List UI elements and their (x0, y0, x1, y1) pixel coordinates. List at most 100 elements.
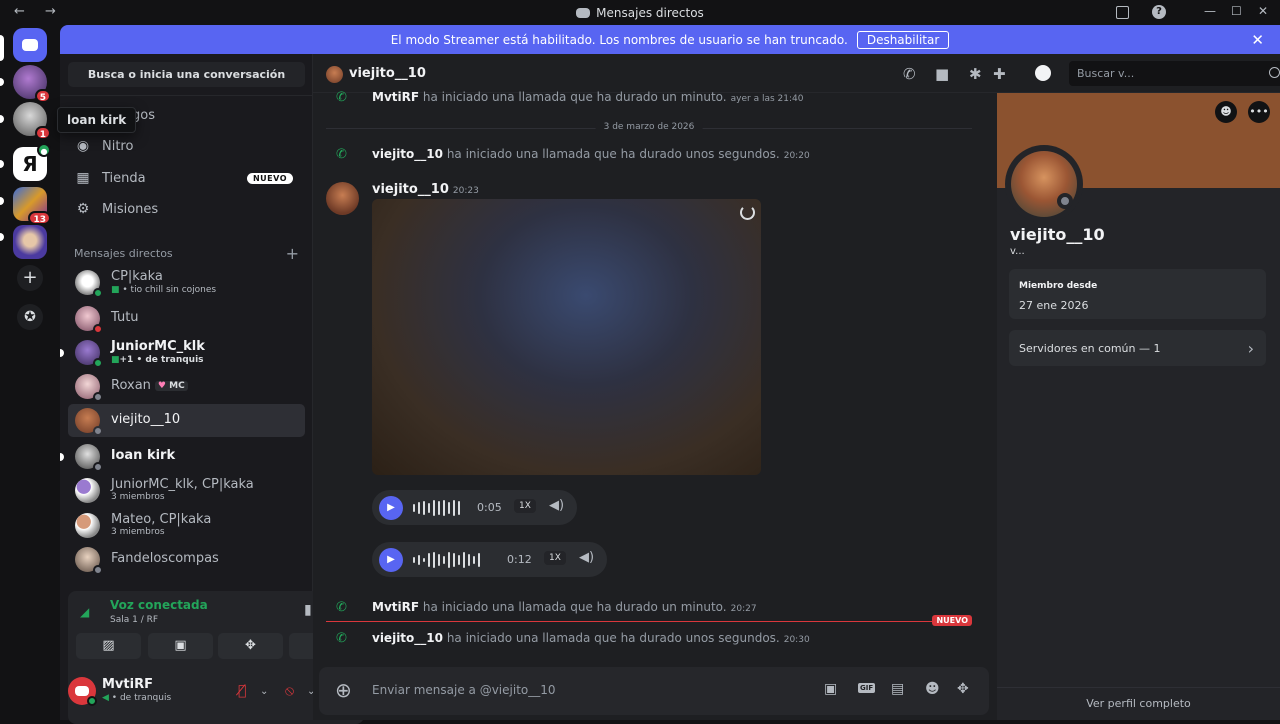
playback-speed[interactable]: 1X (544, 551, 566, 565)
add-friend-icon[interactable]: ☻ (1215, 101, 1237, 123)
inbox-icon[interactable] (1116, 6, 1129, 19)
dm-item[interactable]: Roxan ♥ MC (68, 370, 305, 403)
nitro-icon: ◉ (76, 138, 90, 154)
streamer-mode-banner: El modo Streamer está habilitado. Los no… (60, 25, 1280, 54)
waveform[interactable] (413, 500, 460, 516)
call-icon[interactable]: ✆ (903, 65, 916, 83)
status-offline-icon (93, 565, 103, 575)
play-icon[interactable]: ▶ (379, 548, 403, 572)
user-status: ◀ • de tranquis (102, 693, 172, 703)
status-offline-icon (93, 462, 103, 472)
more-options-icon[interactable]: ••• (1248, 101, 1270, 123)
dm-item-selected[interactable]: viejito__10 (68, 404, 305, 437)
banner-text: El modo Streamer está habilitado. Los no… (390, 32, 848, 47)
minimize-button[interactable]: — (1204, 4, 1216, 18)
dm-item[interactable]: Fandeloscompas (68, 543, 305, 576)
search-conversation-button[interactable]: Busca o inicia una conversación (68, 62, 305, 87)
group-avatar (75, 513, 100, 538)
window-title: Mensajes directos (0, 6, 1280, 20)
video-call-icon[interactable]: ■ (935, 65, 949, 83)
nav-nitro[interactable]: ◉ Nitro (68, 132, 305, 160)
voice-status: Voz conectada (110, 598, 208, 612)
voice-duration: 0:05 (477, 501, 502, 514)
dm-avatar-button[interactable]: 5 (13, 65, 51, 103)
nav-quests[interactable]: ⚙ Misiones (68, 195, 305, 223)
view-full-profile-button[interactable]: Ver perfil completo (997, 687, 1280, 720)
close-window-button[interactable]: ✕ (1258, 4, 1268, 18)
server-icon[interactable] (13, 225, 47, 259)
unread-indicator (0, 78, 4, 86)
message-input[interactable]: Enviar mensaje a @viejito__10 (372, 683, 556, 697)
dm-item[interactable]: JuniorMC_klk, CP|kaka 3 miembros (68, 474, 305, 507)
phone-icon: ✆ (336, 631, 347, 646)
disable-button[interactable]: Deshabilitar (856, 30, 950, 49)
gift-icon[interactable]: ▣ (824, 681, 837, 697)
phone-icon: ✆ (336, 90, 347, 105)
media-attachment[interactable] (372, 199, 761, 475)
voice-badge-icon: ● (37, 143, 51, 157)
chevron-down-icon[interactable]: ⌄ (260, 686, 268, 697)
new-badge: NUEVO (246, 172, 293, 184)
close-icon[interactable]: ✕ (1251, 31, 1264, 49)
unread-indicator (0, 233, 4, 241)
server-icon[interactable]: 13 (13, 187, 51, 225)
waveform[interactable] (413, 552, 480, 568)
gif-icon[interactable]: GIF (858, 683, 876, 693)
unread-indicator (60, 349, 64, 357)
dm-header: Mensajes directos + (74, 244, 299, 263)
deafen-icon[interactable]: ⦸ (285, 683, 294, 699)
user-panel: MvtiRF ◀ • de tranquis 🎙̸ ⌄ ⦸ ⌄ ⚙ (60, 670, 356, 720)
help-icon[interactable]: ? (1152, 5, 1166, 19)
maximize-button[interactable]: ☐ (1231, 4, 1242, 18)
server-list: 5 1 Я ● 13 + ✪ (0, 25, 60, 720)
unread-indicator (60, 453, 64, 461)
dm-avatar-button[interactable]: 1 (13, 102, 51, 140)
message-composer: ⊕ Enviar mensaje a @viejito__10 ▣ GIF ▤ … (319, 667, 989, 715)
tooltip: loan kirk (57, 107, 137, 133)
mute-icon[interactable]: 🎙̸ (238, 683, 246, 699)
dm-item[interactable]: Tutu (68, 302, 305, 335)
server-icon[interactable]: Я ● (13, 143, 51, 181)
camera-off-button[interactable]: ▨ (76, 633, 141, 659)
emoji-icon[interactable]: ☻ (925, 681, 940, 697)
dm-item[interactable]: JuniorMC_klk ■+1 • de tranquis (60, 336, 305, 369)
search-icon (1269, 67, 1280, 78)
apps-icon[interactable]: ✥ (957, 681, 969, 697)
selected-indicator (0, 35, 4, 61)
member-since-card: Miembro desde 27 ene 2026 (1009, 269, 1266, 319)
add-server-icon[interactable]: + (17, 265, 43, 291)
home-button[interactable] (13, 28, 47, 62)
sticker-icon[interactable]: ▤ (891, 681, 904, 697)
mention-badge: 1 (34, 126, 51, 140)
unread-indicator (0, 197, 4, 205)
new-dm-icon[interactable]: + (286, 244, 299, 263)
add-attachment-icon[interactable]: ⊕ (335, 678, 352, 702)
mutual-servers-button[interactable]: Servidores en común — 1 › (1009, 330, 1266, 366)
screen-share-button[interactable]: ▣ (148, 633, 213, 659)
profile-avatar[interactable] (1005, 145, 1083, 223)
message-avatar[interactable] (326, 182, 359, 215)
nav-store[interactable]: ▦ Tienda NUEVO (68, 164, 305, 192)
voice-message: ▶ 0:12 1X ◀) (372, 542, 607, 577)
message-author[interactable]: viejito__10 20:23 (372, 182, 479, 197)
voice-channel[interactable]: Sala 1 / RF (110, 615, 158, 625)
play-icon[interactable]: ▶ (379, 496, 403, 520)
profile-username: v... (1010, 246, 1025, 257)
phone-icon: ✆ (336, 147, 347, 162)
playback-speed[interactable]: 1X (514, 499, 536, 513)
dm-item[interactable]: Mateo, CP|kaka 3 miembros (68, 509, 305, 542)
volume-icon[interactable]: ◀) (579, 550, 594, 565)
dm-item[interactable]: loan kirk (60, 440, 305, 473)
user-profile-icon[interactable] (1035, 65, 1051, 81)
status-online-icon (87, 696, 97, 706)
dm-item[interactable]: CP|kaka ■ • tio chill sin cojones (68, 266, 305, 299)
volume-icon[interactable]: ◀) (549, 498, 564, 513)
status-online-icon (93, 288, 103, 298)
activities-button[interactable]: ✥ (218, 633, 283, 659)
add-friends-to-dm-icon[interactable]: ✚ (993, 65, 1006, 83)
search-input[interactable]: Buscar v... (1069, 61, 1280, 86)
store-icon: ▦ (76, 170, 90, 186)
discover-icon[interactable]: ✪ (17, 304, 43, 330)
guild-tag: ♥ MC (154, 381, 188, 391)
pin-icon[interactable]: ✱ (969, 65, 982, 83)
